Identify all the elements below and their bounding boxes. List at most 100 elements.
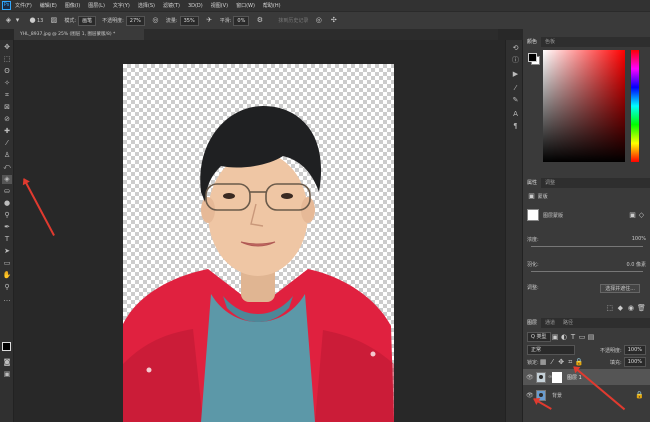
play-actions-icon[interactable]: ▶ [511,70,520,79]
brush-tool-icon[interactable]: ⁄ [2,139,12,148]
layer-mask-thumbnail[interactable] [527,209,539,221]
face [208,152,308,276]
menu-type[interactable]: 文字(Y) [113,2,130,9]
opacity-field[interactable]: 27% [125,15,145,26]
delete-mask-icon[interactable]: 🗑 [637,304,646,313]
screen-mode-icon[interactable]: ▣ [2,370,12,379]
select-and-mask-button[interactable]: 选择并遮住... [600,284,640,293]
tab-channels[interactable]: 通道 [541,318,559,328]
eyedropper-tool-icon[interactable]: ⊘ [2,115,12,124]
tab-swatches[interactable]: 色板 [541,37,559,47]
menu-select[interactable]: 选择(S) [138,2,155,9]
document-canvas[interactable] [123,64,394,422]
filter-type-icon[interactable]: T [569,333,578,342]
tab-properties[interactable]: 属性 [523,178,542,188]
filter-pixel-icon[interactable]: ▣ [551,333,560,342]
move-tool-icon[interactable]: ✥ [2,43,12,52]
layer-1-name[interactable]: 图层 1 [567,374,582,381]
mode-select[interactable]: 画笔 [78,15,97,26]
menu-help[interactable]: 帮助(H) [263,2,281,9]
disable-mask-icon[interactable]: ◉ [626,304,635,313]
marquee-tool-icon[interactable]: ⬚ [2,55,12,64]
smooth-field[interactable]: 0% [233,15,250,26]
tab-layers[interactable]: 图层 [523,318,542,328]
paragraph-panel-icon[interactable]: ¶ [511,122,520,131]
paint-bucket-tool-icon[interactable]: ⛀ [2,187,12,196]
tool-preset-picker[interactable]: ◈ ▾ [4,16,22,25]
brushes-panel-icon[interactable]: ✎ [511,96,520,105]
photoshop-logo[interactable]: Ps [2,1,11,10]
menu-view[interactable]: 视图(V) [211,2,228,9]
visibility-eye-icon[interactable]: 👁 [526,374,534,381]
filter-shape-icon[interactable]: ▭ [578,333,587,342]
pressure-opacity-toggle[interactable]: ◎ [151,16,160,25]
airbrush-toggle[interactable]: ✈ [205,16,214,25]
select-pixel-mask-icon[interactable]: ▣ [628,211,637,220]
hue-slider[interactable] [631,50,639,162]
type-tool-icon[interactable]: T [2,235,12,244]
flow-field[interactable]: 35% [179,15,199,26]
density-slider[interactable] [531,246,643,247]
layer-opacity-field[interactable]: 100% [623,345,646,355]
filter-smart-icon[interactable]: ▤ [587,333,596,342]
fg-color-chip[interactable] [528,53,537,62]
brush-preset-picker[interactable]: ● 13 [28,16,43,25]
character-panel-icon[interactable]: A [511,110,520,119]
healing-brush-tool-icon[interactable]: ✚ [2,127,12,136]
layer-row-background[interactable]: 👁 背景 🔒 [523,387,650,403]
apply-mask-icon[interactable]: ◆ [616,304,625,313]
add-vector-mask-icon[interactable]: ◇ [637,211,646,220]
blend-mode-select[interactable]: 正常 [527,345,575,355]
pen-tool-icon[interactable]: ✒ [2,223,12,232]
feather-value[interactable]: 0.0 像素 [626,261,646,268]
filter-adjustment-icon[interactable]: ◐ [560,333,569,342]
lock-position-icon[interactable]: ✥ [557,358,566,367]
brush-settings-button[interactable]: ▨ [49,16,58,25]
fill-field[interactable]: 100% [623,357,646,367]
menu-3d[interactable]: 3D(D) [188,3,203,9]
rectangle-tool-icon[interactable]: ▭ [2,259,12,268]
erase-to-history-checkbox[interactable]: 抹到历史记录 [278,17,308,24]
tab-paths[interactable]: 路径 [559,318,577,328]
menu-edit[interactable]: 编辑(E) [40,2,57,9]
density-value[interactable]: 100% [632,236,646,242]
clone-stamp-tool-icon[interactable]: ♙ [2,151,12,160]
path-selection-tool-icon[interactable]: ➤ [2,247,12,256]
lasso-tool-icon[interactable]: ʘ [2,67,12,76]
pressure-size-toggle[interactable]: ◎ [314,16,323,25]
color-fg-swatch[interactable] [528,53,540,65]
menu-window[interactable]: 窗口(W) [236,2,255,9]
dodge-tool-icon[interactable]: ⚲ [2,211,12,220]
lock-transparent-icon[interactable]: ▦ [539,358,548,367]
foreground-color-swatch[interactable] [2,342,11,351]
frame-tool-icon[interactable]: ⊠ [2,103,12,112]
eraser-tool-icon[interactable]: ◈ [2,175,12,184]
info-panel-icon[interactable]: ⓘ [511,56,520,65]
menu-layer[interactable]: 图层(L) [88,2,105,9]
tab-adjustments[interactable]: 调整 [541,178,559,188]
menu-file[interactable]: 文件(F) [15,2,32,9]
load-selection-icon[interactable]: ⬚ [605,304,614,313]
menu-filter[interactable]: 滤镜(T) [163,2,180,9]
hand-tool-icon[interactable]: ✋ [2,271,12,280]
blur-tool-icon[interactable]: ● [2,199,12,208]
tab-color[interactable]: 颜色 [523,37,542,47]
smoothing-options-button[interactable]: ⚙ [255,16,264,25]
history-panel-icon[interactable]: ⟲ [511,44,520,53]
history-brush-tool-icon[interactable]: ⤺ [2,163,12,172]
lock-image-icon[interactable]: ⁄ [548,358,557,367]
layer-kind-filter[interactable]: Q 类型 [527,332,551,342]
zoom-tool-icon[interactable]: ⚲ [2,283,12,292]
more-tools-icon[interactable]: … [2,295,12,304]
layer-1-mask-thumbnail[interactable] [552,371,562,383]
menu-image[interactable]: 图像(I) [65,2,80,9]
brush-settings-icon[interactable]: ⁄ [511,84,520,93]
quick-mask-icon[interactable]: ◙ [2,358,12,367]
crop-tool-icon[interactable]: ⌗ [2,91,12,100]
background-layer-name[interactable]: 背景 [552,392,562,399]
feather-slider[interactable] [531,271,643,272]
magic-wand-tool-icon[interactable]: ✧ [2,79,12,88]
symmetry-button[interactable]: ✣ [329,16,338,25]
color-spectrum-field[interactable] [543,50,625,162]
document-tab[interactable]: YHL_8937.jpg @ 25% (图层 1, 图层蒙版/8) * [14,29,144,40]
